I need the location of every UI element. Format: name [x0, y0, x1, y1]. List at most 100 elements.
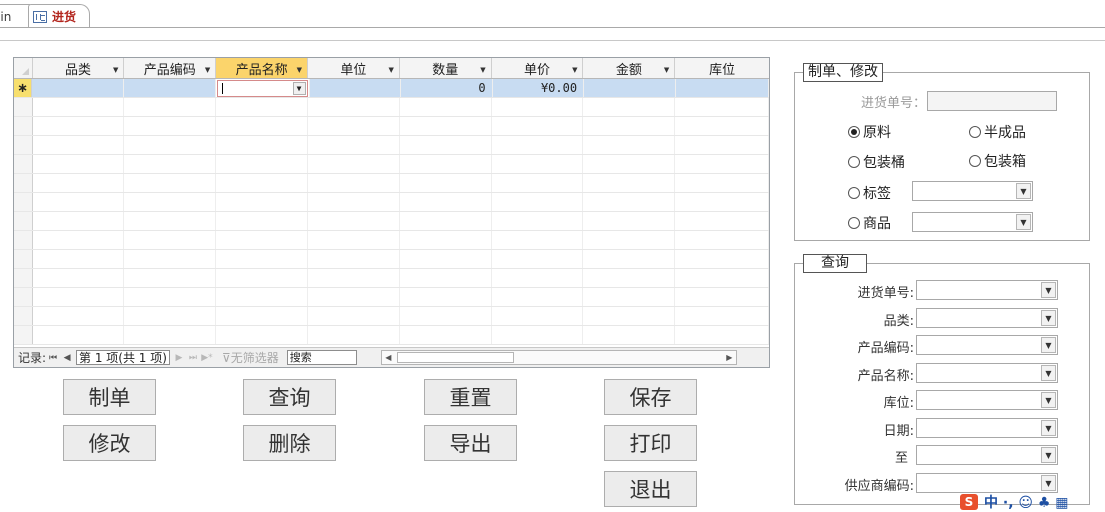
select-all-corner[interactable]: [14, 58, 33, 78]
chevron-down-icon[interactable]: ▼: [1016, 183, 1031, 199]
column-header-quantity[interactable]: 数量 ▼: [400, 58, 492, 78]
radio-dot[interactable]: [848, 217, 860, 229]
chevron-down-icon[interactable]: ▼: [1041, 447, 1056, 463]
radio-dot[interactable]: [848, 126, 860, 138]
column-header-unit-price[interactable]: 单价 ▼: [492, 58, 584, 78]
empty-row: [14, 269, 769, 288]
new-record-selector[interactable]: ∗: [14, 79, 33, 97]
query-date-from-combo[interactable]: ▼: [916, 418, 1058, 438]
ime-toolbar[interactable]: S 中 ·, ☺ ♣ ▦: [960, 492, 1105, 512]
query-supplier-code-combo[interactable]: ▼: [916, 473, 1058, 493]
purchase-datasheet[interactable]: 品类 ▼ 产品编码 ▼ 产品名称 ▼ 单位 ▼ 数量 ▼ 单价 ▼ 金额 ▼ 库位 ∗ ▼ 0…: [13, 57, 770, 368]
tab-main[interactable]: ain: [0, 4, 30, 28]
scroll-right-icon[interactable]: ▶: [723, 351, 736, 364]
query-product-code-label: 产品编码:: [857, 341, 914, 356]
query-date-to-combo[interactable]: ▼: [916, 445, 1058, 465]
record-position-input[interactable]: 第 1 项(共 1 项): [76, 350, 170, 365]
last-record-icon[interactable]: ⏭: [186, 353, 200, 363]
query-product-name-combo[interactable]: ▼: [916, 363, 1058, 383]
column-header-amount[interactable]: 金额 ▼: [583, 58, 676, 78]
column-header-label: 产品名称: [235, 62, 288, 78]
radio-goods[interactable]: 商品: [848, 213, 891, 233]
radio-label-type[interactable]: 标签: [848, 183, 891, 203]
column-header-product-code[interactable]: 产品编码 ▼: [124, 58, 217, 78]
cell-product-code[interactable]: [124, 79, 216, 97]
chevron-down-icon[interactable]: ▼: [1041, 420, 1056, 436]
text-caret: [221, 82, 223, 94]
radio-raw-material[interactable]: 原料: [848, 122, 891, 142]
delete-button[interactable]: 删除: [243, 425, 336, 461]
horizontal-scrollbar[interactable]: ◀ ▶: [380, 350, 737, 365]
chevron-down-icon[interactable]: ▼: [1041, 282, 1056, 298]
chevron-down-icon[interactable]: ▼: [1016, 214, 1031, 230]
chevron-down-icon[interactable]: ▼: [113, 66, 118, 74]
column-header-label: 库位: [709, 62, 736, 78]
radio-dot[interactable]: [969, 155, 981, 167]
new-record-icon[interactable]: ▶*: [200, 353, 214, 363]
next-record-icon[interactable]: ▶: [172, 353, 186, 363]
export-button[interactable]: 导出: [424, 425, 517, 461]
no-filter-button[interactable]: ⊽ 无筛选器: [222, 349, 279, 366]
query-order-no-combo[interactable]: ▼: [916, 280, 1058, 300]
chevron-down-icon[interactable]: ▼: [1041, 392, 1056, 408]
tab-main-label: ain: [0, 9, 12, 24]
scroll-left-icon[interactable]: ◀: [382, 351, 395, 364]
cell-category[interactable]: [32, 79, 124, 97]
column-header-category[interactable]: 品类 ▼: [33, 58, 125, 78]
scroll-thumb[interactable]: [396, 352, 514, 363]
empty-row: [14, 98, 769, 117]
cell-amount[interactable]: [584, 79, 676, 97]
cell-unit-price[interactable]: ¥0.00: [492, 79, 585, 97]
chevron-down-icon[interactable]: ▼: [1041, 475, 1056, 491]
form-icon: [33, 10, 47, 23]
query-group-title: 查询: [803, 254, 867, 273]
query-product-code-combo[interactable]: ▼: [916, 335, 1058, 355]
new-record-row[interactable]: ∗ ▼ 0 ¥0.00: [14, 79, 769, 98]
goods-combo[interactable]: ▼: [912, 212, 1033, 232]
ime-status[interactable]: 中 ·, ☺ ♣ ▦: [984, 492, 1069, 512]
empty-row: [14, 155, 769, 174]
product-name-combo[interactable]: ▼: [216, 79, 308, 97]
chevron-down-icon[interactable]: ▼: [297, 66, 302, 74]
column-header-label: 数量: [432, 62, 459, 78]
column-header-location[interactable]: 库位: [675, 58, 769, 78]
chevron-down-icon[interactable]: ▼: [572, 66, 577, 74]
query-category-combo[interactable]: ▼: [916, 308, 1058, 328]
label-combo[interactable]: ▼: [912, 181, 1033, 201]
cell-product-name[interactable]: ▼: [215, 79, 310, 97]
tab-purchase[interactable]: 进货: [28, 4, 90, 28]
radio-packaging-bucket[interactable]: 包装桶: [848, 152, 905, 172]
chevron-down-icon[interactable]: ▼: [205, 66, 210, 74]
cell-quantity[interactable]: 0: [401, 79, 493, 97]
previous-record-icon[interactable]: ◀: [60, 353, 74, 363]
cell-location[interactable]: [675, 79, 769, 97]
chevron-down-icon[interactable]: ▼: [388, 66, 393, 74]
chevron-down-icon[interactable]: ▼: [1041, 337, 1056, 353]
radio-semi-finished[interactable]: 半成品: [969, 122, 1026, 142]
ime-logo-icon[interactable]: S: [960, 494, 978, 510]
modify-button[interactable]: 修改: [63, 425, 156, 461]
column-header-unit[interactable]: 单位 ▼: [308, 58, 400, 78]
radio-label: 商品: [863, 216, 891, 232]
print-button[interactable]: 打印: [604, 425, 697, 461]
search-input[interactable]: 搜索: [286, 350, 357, 365]
save-button[interactable]: 保存: [604, 379, 697, 415]
cell-unit[interactable]: [309, 79, 402, 97]
query-button[interactable]: 查询: [243, 379, 336, 415]
chevron-down-icon[interactable]: ▼: [480, 66, 485, 74]
column-header-product-name[interactable]: 产品名称 ▼: [216, 58, 309, 78]
chevron-down-icon[interactable]: ▼: [1041, 365, 1056, 381]
radio-dot[interactable]: [969, 126, 981, 138]
chevron-down-icon[interactable]: ▼: [1041, 310, 1056, 326]
chevron-down-icon[interactable]: ▼: [664, 66, 669, 74]
create-order-button[interactable]: 制单: [63, 379, 156, 415]
radio-dot[interactable]: [848, 187, 860, 199]
query-location-combo[interactable]: ▼: [916, 390, 1058, 410]
first-record-icon[interactable]: ⏮: [46, 353, 60, 363]
radio-packaging-box[interactable]: 包装箱: [969, 151, 1026, 171]
exit-button[interactable]: 退出: [604, 471, 697, 507]
empty-row: [14, 250, 769, 269]
chevron-down-icon[interactable]: ▼: [292, 81, 306, 95]
radio-dot[interactable]: [848, 156, 860, 168]
reset-button[interactable]: 重置: [424, 379, 517, 415]
